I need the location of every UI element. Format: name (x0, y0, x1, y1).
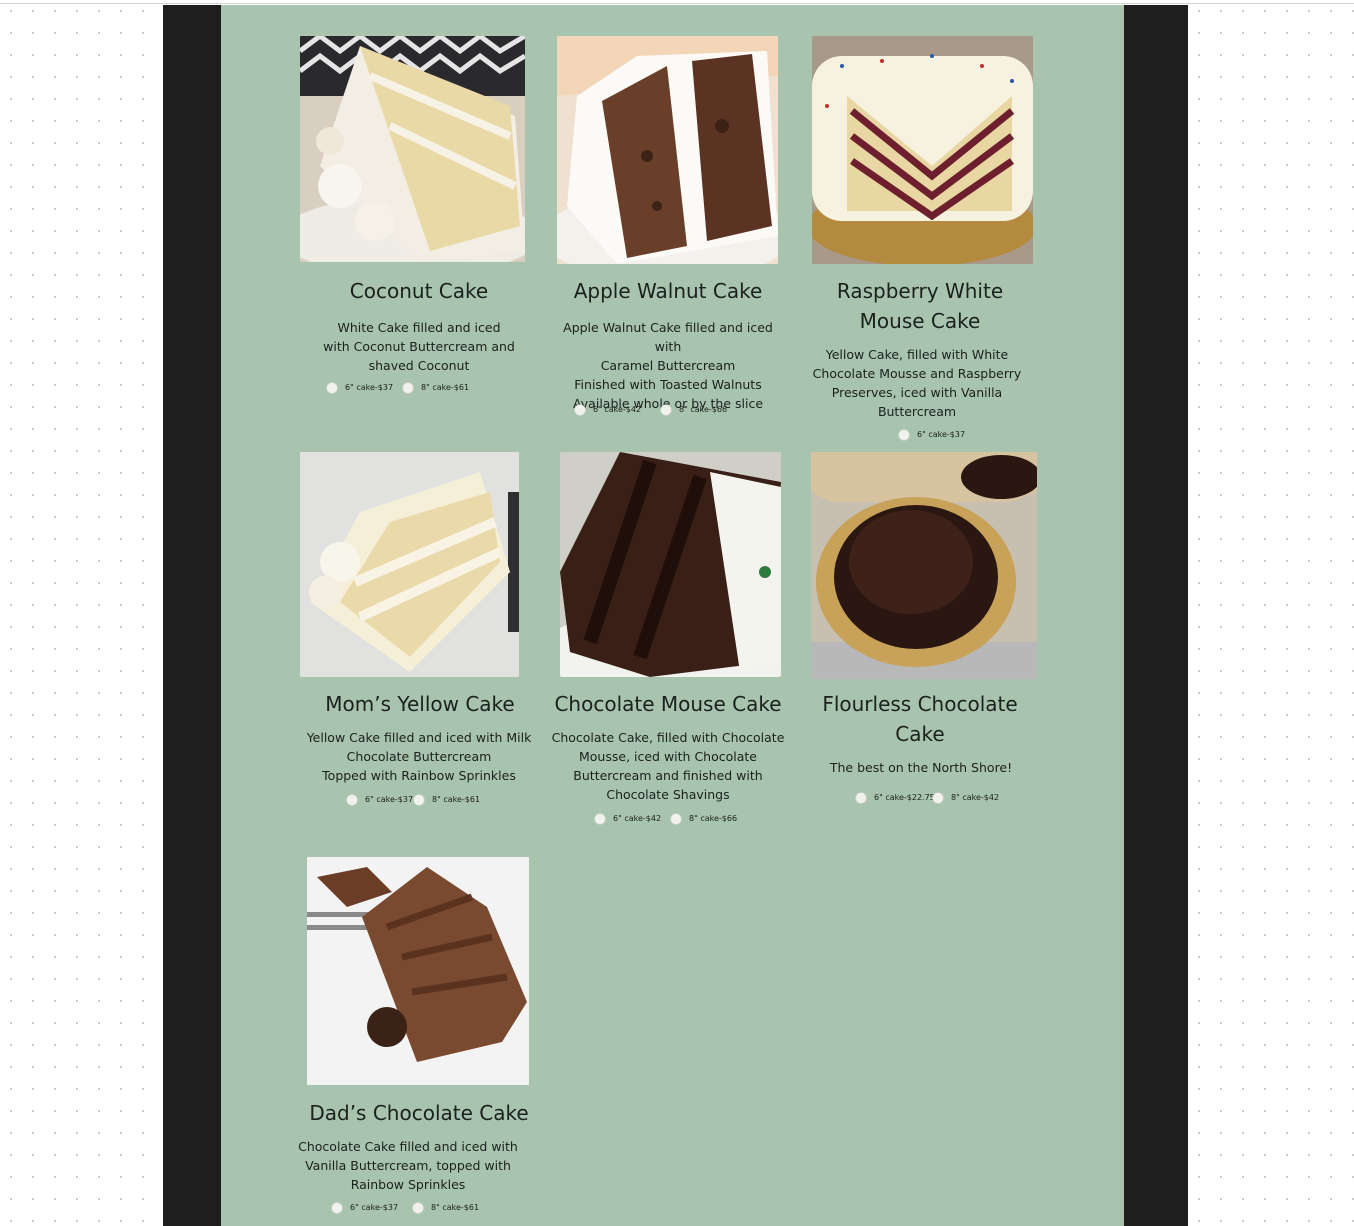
top-border (0, 3, 1354, 4)
radio-button[interactable] (661, 405, 671, 415)
moms-yellow-cake-description: Yellow Cake filled and iced with Milk Ch… (306, 730, 532, 783)
coconut-cake-option-6in[interactable]: 6" cake-$37 (327, 383, 393, 393)
apple-walnut-cake-title: Apple Walnut Cake (573, 279, 763, 303)
dads-chocolate-cake-description: Chocolate Cake filled and iced with Vani… (298, 1139, 518, 1192)
chocolate-mouse-cake-photo (560, 452, 781, 677)
raspberry-white-mouse-cake-title: Raspberry White Mouse Cake (836, 279, 1004, 333)
radio-button[interactable] (327, 383, 337, 393)
chocolate-mouse-cake-description: Chocolate Cake, filled with Chocolate Mo… (551, 730, 785, 802)
coconut-cake-option-8in[interactable]: 8" cake-$61 (403, 383, 469, 393)
moms-yellow-cake-title: Mom’s Yellow Cake (325, 692, 515, 716)
radio-button[interactable] (899, 430, 909, 440)
moms-yellow-cake-option-6in[interactable]: 6" cake-$37 (347, 795, 413, 805)
radio-button[interactable] (332, 1203, 342, 1213)
chocolate-mouse-cake-option-6in[interactable]: 6" cake-$42 (595, 814, 661, 824)
raspberry-white-mouse-cake-option-6in[interactable]: 6" cake-$37 (899, 430, 965, 440)
flourless-chocolate-cake-description: The best on the North Shore! (829, 760, 1013, 775)
radio-button[interactable] (933, 793, 943, 803)
flourless-chocolate-cake-photo (811, 452, 1037, 679)
raspberry-white-mouse-cake-photo (812, 36, 1033, 264)
flourless-chocolate-cake-option-6in[interactable]: 6" cake-$22.75 (856, 793, 935, 803)
moms-yellow-cake-option-8in[interactable]: 8" cake-$61 (414, 795, 480, 805)
moms-yellow-cake-photo (300, 452, 519, 677)
radio-button[interactable] (414, 795, 424, 805)
radio-button[interactable] (413, 1203, 423, 1213)
coconut-cake-description: White Cake filled and iced with Coconut … (323, 320, 515, 373)
dads-chocolate-cake-title: Dad’s Chocolate Cake (309, 1101, 529, 1125)
radio-button[interactable] (595, 814, 605, 824)
dads-chocolate-cake-option-8in[interactable]: 8" cake-$61 (413, 1203, 479, 1213)
radio-button[interactable] (671, 814, 681, 824)
dads-chocolate-cake-photo (307, 857, 529, 1085)
radio-button[interactable] (403, 383, 413, 393)
apple-walnut-cake-photo (557, 36, 778, 264)
chocolate-mouse-cake-title: Chocolate Mouse Cake (554, 692, 782, 716)
chocolate-mouse-cake-option-8in[interactable]: 8" cake-$66 (671, 814, 737, 824)
apple-walnut-cake-option-8in[interactable]: 8" cake-$66 (661, 405, 727, 415)
coconut-cake-title: Coconut Cake (349, 279, 489, 303)
radio-button[interactable] (347, 795, 357, 805)
flourless-chocolate-cake-option-8in[interactable]: 8" cake-$42 (933, 793, 999, 803)
raspberry-white-mouse-cake-description: Yellow Cake, filled with White Chocolate… (812, 347, 1022, 419)
apple-walnut-cake-description: Apple Walnut Cake filled and iced with C… (563, 320, 773, 411)
radio-button[interactable] (575, 405, 585, 415)
apple-walnut-cake-option-6in[interactable]: 6" cake-$42 (575, 405, 641, 415)
flourless-chocolate-cake-title: Flourless Chocolate Cake (822, 692, 1018, 746)
radio-button[interactable] (856, 793, 866, 803)
coconut-cake-photo (300, 36, 525, 262)
dads-chocolate-cake-option-6in[interactable]: 6" cake-$37 (332, 1203, 398, 1213)
